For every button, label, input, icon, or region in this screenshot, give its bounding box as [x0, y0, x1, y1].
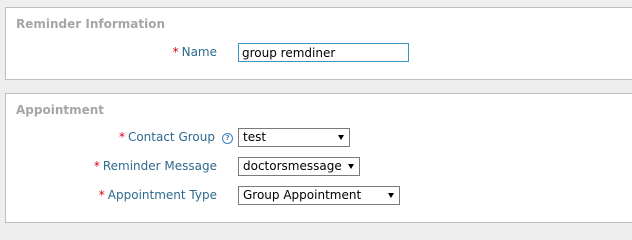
name-input[interactable]	[238, 43, 409, 62]
required-marker: *	[172, 45, 179, 59]
dropdown-arrow-icon	[388, 193, 394, 198]
appointment-type-select[interactable]: Group Appointment	[238, 186, 400, 205]
appointment-type-label-wrap: * Appointment Type	[99, 188, 217, 202]
contact-group-value: test	[243, 130, 267, 144]
appointment-legend: Appointment	[16, 103, 105, 117]
appointment-section: Appointment * Contact Group? test * Remind…	[5, 93, 632, 223]
contact-group-label-wrap: * Contact Group?	[119, 130, 233, 144]
required-marker: *	[118, 130, 125, 144]
appointment-type-label: Appointment Type	[107, 188, 217, 202]
reminder-message-label: Reminder Message	[102, 159, 217, 173]
contact-group-row: * Contact Group?	[6, 127, 233, 149]
appointment-type-row: * Appointment Type	[6, 185, 217, 207]
required-marker: *	[93, 159, 100, 173]
name-row: * Name	[6, 42, 217, 64]
reminder-information-legend: Reminder Information	[16, 17, 165, 31]
reminder-message-value: doctorsmessage	[243, 159, 342, 173]
help-icon[interactable]: ?	[222, 133, 233, 144]
contact-group-select[interactable]: test	[238, 128, 350, 147]
appointment-type-value: Group Appointment	[243, 188, 362, 202]
reminder-information-section: Reminder Information * Name	[5, 7, 632, 80]
required-marker: *	[98, 188, 105, 202]
name-label-wrap: * Name	[173, 45, 217, 59]
name-label: Name	[181, 45, 217, 59]
reminder-message-label-wrap: * Reminder Message	[94, 159, 217, 173]
dropdown-arrow-icon	[338, 135, 344, 140]
reminder-message-select[interactable]: doctorsmessage	[238, 157, 360, 176]
dropdown-arrow-icon	[348, 164, 354, 169]
contact-group-label: Contact Group	[127, 130, 215, 144]
reminder-message-row: * Reminder Message	[6, 156, 217, 178]
